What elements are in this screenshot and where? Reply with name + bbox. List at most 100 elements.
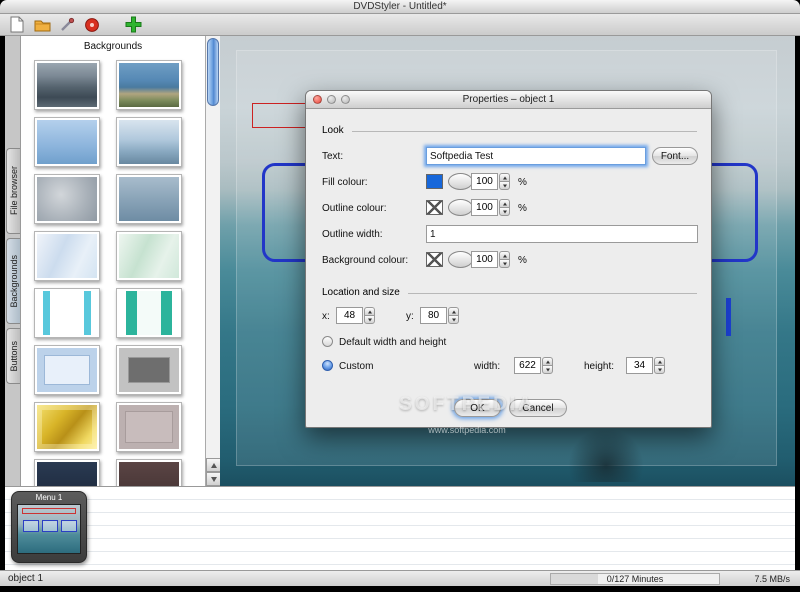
background-list bbox=[34, 60, 194, 486]
outline-width-label: Outline width: bbox=[322, 229, 383, 240]
stepper-down-icon[interactable] bbox=[448, 315, 459, 324]
background-thumbnail[interactable] bbox=[116, 288, 182, 338]
stepper-down-icon[interactable] bbox=[654, 365, 665, 374]
background-thumbnail[interactable] bbox=[116, 60, 182, 110]
fill-colour-picker[interactable] bbox=[448, 173, 473, 190]
stepper-buttons[interactable] bbox=[364, 307, 375, 324]
menus-strip: Menu 1 bbox=[5, 486, 795, 570]
stepper-buttons[interactable] bbox=[499, 173, 510, 190]
stepper-down-icon[interactable] bbox=[499, 207, 510, 216]
width-input[interactable] bbox=[514, 357, 541, 374]
stepper-buttons[interactable] bbox=[542, 357, 553, 374]
background-image bbox=[119, 462, 179, 486]
background-thumbnail[interactable] bbox=[34, 117, 100, 167]
background-thumbnail[interactable] bbox=[34, 459, 100, 486]
arrow-up-icon bbox=[211, 463, 217, 468]
custom-size-radio[interactable] bbox=[322, 360, 333, 371]
background-thumbnail[interactable] bbox=[34, 60, 100, 110]
x-spinner[interactable] bbox=[336, 307, 375, 324]
y-input[interactable] bbox=[420, 307, 447, 324]
scrollbar-thumb[interactable] bbox=[207, 38, 219, 106]
height-input[interactable] bbox=[626, 357, 653, 374]
fill-opacity-spinner[interactable] bbox=[471, 173, 510, 190]
background-colour-picker[interactable] bbox=[448, 251, 473, 268]
burn-icon[interactable] bbox=[83, 16, 101, 34]
stepper-buttons[interactable] bbox=[654, 357, 665, 374]
add-background-icon[interactable] bbox=[124, 16, 142, 34]
menu-thumbnail[interactable]: Menu 1 bbox=[11, 491, 87, 563]
background-thumbnail[interactable] bbox=[116, 459, 182, 486]
panel-title: Backgrounds bbox=[21, 36, 205, 58]
tab-backgrounds[interactable]: Backgrounds bbox=[6, 238, 20, 324]
close-icon[interactable] bbox=[313, 95, 322, 104]
stepper-down-icon[interactable] bbox=[499, 259, 510, 268]
background-opacity-spinner[interactable] bbox=[471, 251, 510, 268]
background-colour-label: Background colour: bbox=[322, 255, 408, 266]
new-document-icon[interactable] bbox=[8, 16, 26, 34]
stepper-down-icon[interactable] bbox=[364, 315, 375, 324]
height-spinner[interactable] bbox=[626, 357, 665, 374]
background-thumbnail[interactable] bbox=[34, 288, 100, 338]
outline-opacity-input[interactable] bbox=[471, 199, 498, 216]
background-colour-swatch[interactable] bbox=[426, 252, 443, 267]
stepper-buttons[interactable] bbox=[448, 307, 459, 324]
stepper-up-icon[interactable] bbox=[499, 173, 510, 181]
text-object-fragment[interactable] bbox=[726, 298, 731, 336]
tab-file-browser[interactable]: File browser bbox=[6, 148, 20, 234]
width-label: width: bbox=[474, 361, 500, 372]
outline-width-input[interactable] bbox=[426, 225, 698, 243]
background-opacity-input[interactable] bbox=[471, 251, 498, 268]
default-size-radio[interactable] bbox=[322, 336, 333, 347]
background-thumbnail[interactable] bbox=[116, 174, 182, 224]
font-button[interactable]: Font... bbox=[652, 147, 698, 165]
background-thumbnail[interactable] bbox=[116, 345, 182, 395]
fill-opacity-input[interactable] bbox=[471, 173, 498, 190]
custom-size-label: Custom bbox=[339, 361, 373, 372]
stepper-down-icon[interactable] bbox=[499, 181, 510, 190]
window-titlebar[interactable]: DVDStyler - Untitled* bbox=[0, 0, 800, 14]
stepper-up-icon[interactable] bbox=[364, 307, 375, 315]
background-thumbnail[interactable] bbox=[116, 117, 182, 167]
cancel-button[interactable]: Cancel bbox=[509, 399, 567, 417]
panel-scrollbar[interactable] bbox=[205, 36, 220, 486]
background-thumbnail[interactable] bbox=[116, 402, 182, 452]
background-thumbnail[interactable] bbox=[34, 345, 100, 395]
percent-label: % bbox=[518, 255, 527, 266]
text-input[interactable] bbox=[426, 147, 646, 165]
dialog-title: Properties – object 1 bbox=[463, 94, 555, 105]
outline-colour-picker[interactable] bbox=[448, 199, 473, 216]
x-input[interactable] bbox=[336, 307, 363, 324]
status-selected-object: object 1 bbox=[0, 573, 550, 584]
stepper-up-icon[interactable] bbox=[542, 357, 553, 365]
ok-button[interactable]: OK bbox=[454, 399, 501, 417]
section-divider bbox=[352, 131, 697, 132]
stepper-buttons[interactable] bbox=[499, 199, 510, 216]
scroll-down-button[interactable] bbox=[206, 472, 220, 486]
bitrate-indicator: 7.5 MB/s bbox=[726, 574, 800, 584]
open-folder-icon[interactable] bbox=[33, 16, 51, 34]
background-thumbnail[interactable] bbox=[34, 402, 100, 452]
location-section-label: Location and size bbox=[322, 287, 400, 298]
tab-buttons[interactable]: Buttons bbox=[6, 328, 20, 384]
background-image bbox=[37, 291, 97, 335]
outline-opacity-spinner[interactable] bbox=[471, 199, 510, 216]
y-spinner[interactable] bbox=[420, 307, 459, 324]
mini-buttons bbox=[23, 520, 77, 532]
stepper-up-icon[interactable] bbox=[499, 199, 510, 207]
background-thumbnail[interactable] bbox=[116, 231, 182, 281]
dialog-titlebar[interactable]: Properties – object 1 bbox=[306, 91, 711, 109]
stepper-up-icon[interactable] bbox=[499, 251, 510, 259]
minimize-icon bbox=[327, 95, 336, 104]
background-image bbox=[119, 291, 179, 335]
stepper-buttons[interactable] bbox=[499, 251, 510, 268]
stepper-down-icon[interactable] bbox=[542, 365, 553, 374]
background-thumbnail[interactable] bbox=[34, 174, 100, 224]
width-spinner[interactable] bbox=[514, 357, 553, 374]
background-thumbnail[interactable] bbox=[34, 231, 100, 281]
pen-icon[interactable] bbox=[58, 16, 76, 34]
outline-colour-swatch[interactable] bbox=[426, 200, 443, 215]
fill-colour-swatch[interactable] bbox=[426, 174, 443, 189]
stepper-up-icon[interactable] bbox=[448, 307, 459, 315]
stepper-up-icon[interactable] bbox=[654, 357, 665, 365]
scroll-up-button[interactable] bbox=[206, 458, 220, 472]
